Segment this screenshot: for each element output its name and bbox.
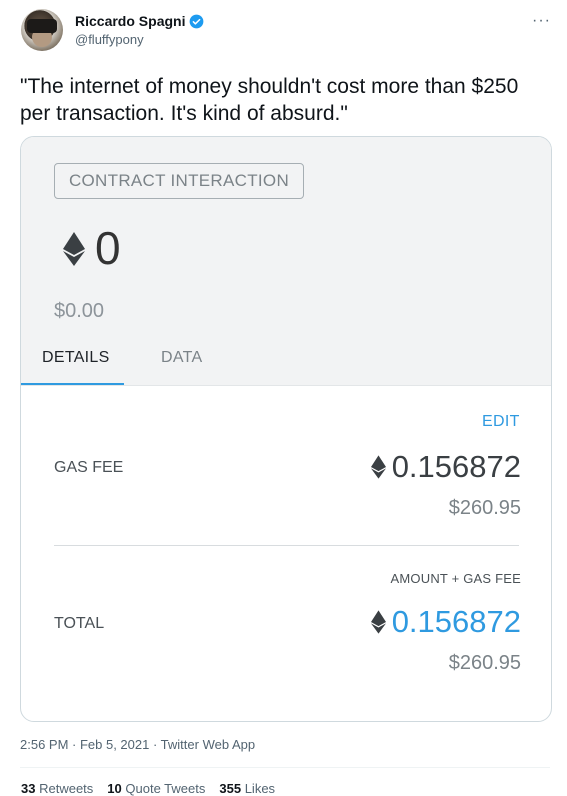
tab-divider	[21, 385, 551, 386]
card-summary-section: CONTRACT INTERACTION 0 $0.00 DETAILS DAT…	[21, 137, 551, 386]
amount-eth: 0	[95, 222, 121, 274]
retweets-stat[interactable]: 33 Retweets	[21, 781, 93, 796]
retweets-label: Retweets	[39, 781, 94, 796]
handle[interactable]: @fluffypony	[75, 32, 144, 47]
gas-fee-label: GAS FEE	[54, 459, 124, 476]
stats-divider	[20, 767, 550, 768]
edit-gas-button[interactable]: EDIT	[482, 413, 520, 431]
tweet-media-card[interactable]: CONTRACT INTERACTION 0 $0.00 DETAILS DAT…	[20, 136, 552, 722]
tweet-text: "The internet of money shouldn't cost mo…	[20, 75, 519, 125]
eth-icon	[370, 610, 386, 634]
tweet-timestamp[interactable]: 2:56 PM · Feb 5, 2021 · Twitter Web App	[20, 737, 255, 752]
verified-badge-icon	[190, 14, 204, 28]
amount-usd: $0.00	[54, 300, 105, 322]
contract-interaction-badge: CONTRACT INTERACTION	[54, 163, 304, 199]
total-eth: 0.156872	[391, 604, 521, 639]
likes-label: Likes	[244, 781, 276, 796]
gas-fee-eth: 0.156872	[391, 449, 521, 484]
display-name[interactable]: Riccardo Spagni	[75, 13, 185, 29]
tab-details[interactable]: DETAILS	[42, 349, 110, 367]
quote-tweets-stat[interactable]: 10 Quote Tweets	[107, 781, 205, 796]
amount-gas-fee-label: AMOUNT + GAS FEE	[390, 571, 521, 586]
total-eth-row: 0.156872	[370, 604, 521, 640]
display-name-row[interactable]: Riccardo Spagni	[75, 13, 204, 29]
eth-icon	[370, 455, 386, 479]
more-options-icon[interactable]: ···	[532, 12, 551, 30]
gas-fee-eth-row: 0.156872	[370, 449, 521, 485]
avatar[interactable]	[21, 9, 63, 51]
avatar-sunglasses	[27, 19, 57, 33]
engagement-stats: 33 Retweets 10 Quote Tweets 355 Likes	[21, 781, 275, 796]
tab-data[interactable]: DATA	[161, 349, 203, 367]
retweets-count: 33	[21, 781, 36, 796]
likes-count: 355	[219, 781, 242, 796]
eth-icon	[63, 232, 85, 266]
likes-stat[interactable]: 355 Likes	[219, 781, 275, 796]
total-label: TOTAL	[54, 615, 105, 632]
quote-tweets-count: 10	[107, 781, 122, 796]
quote-tweets-label: Quote Tweets	[125, 781, 206, 796]
total-usd: $260.95	[448, 652, 521, 674]
gas-fee-usd: $260.95	[448, 497, 521, 519]
section-divider	[54, 545, 519, 546]
